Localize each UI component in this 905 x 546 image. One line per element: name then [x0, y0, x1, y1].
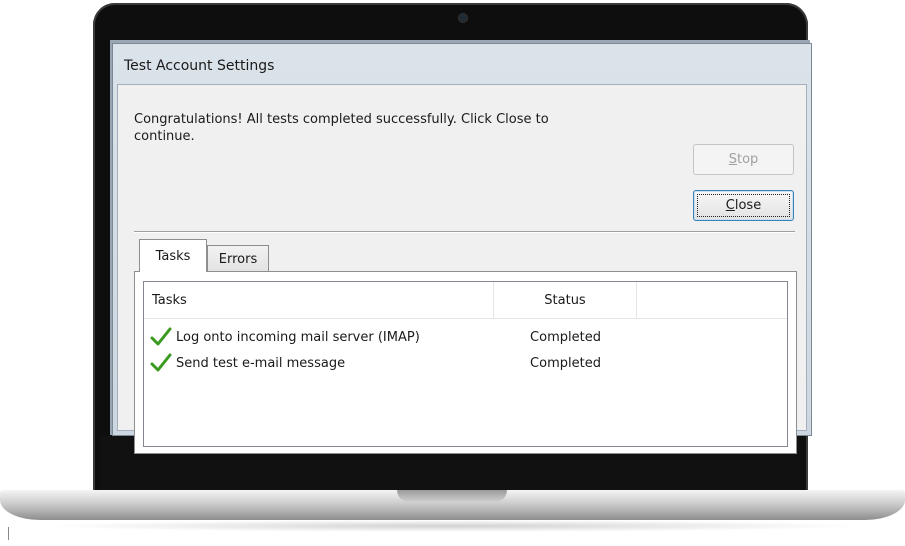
list-header: Tasks Status [144, 282, 787, 319]
task-status: Completed [530, 329, 601, 345]
close-button[interactable]: Close [693, 190, 794, 221]
separator-line [134, 231, 795, 233]
stop-button-accelerator: S [728, 152, 737, 167]
webcam [459, 14, 467, 22]
column-header-empty [637, 282, 787, 319]
task-name: Log onto incoming mail server (IMAP) [176, 329, 420, 345]
status-cell: Completed [494, 324, 637, 350]
focus-rectangle [697, 194, 790, 217]
column-header-tasks-label: Tasks [152, 293, 187, 308]
dialog-title-bar[interactable]: Test Account Settings [113, 44, 811, 84]
task-name: Send test e-mail message [176, 355, 346, 371]
task-cell: Log onto incoming mail server (IMAP) [150, 324, 490, 350]
tab-tasks-label: Tasks [155, 248, 191, 264]
column-header-tasks[interactable]: Tasks [144, 282, 494, 319]
task-list[interactable]: Tasks Status Log onto incoming mail serv… [143, 281, 788, 447]
task-status: Completed [530, 355, 601, 371]
tasks-tab-panel: Tasks Status Log onto incoming mail serv… [134, 271, 797, 454]
column-header-status[interactable]: Status [494, 282, 637, 319]
tab-tasks[interactable]: Tasks [139, 239, 207, 272]
laptop-opening-notch [397, 490, 507, 502]
dialog-title: Test Account Settings [124, 58, 275, 74]
laptop-shadow [40, 520, 865, 532]
status-cell: Completed [494, 350, 637, 376]
test-account-settings-dialog: Test Account Settings Congratulations! A… [112, 43, 812, 454]
edge-mark [8, 527, 9, 540]
task-cell: Send test e-mail message [150, 350, 490, 376]
green-checkmark-icon [150, 353, 172, 372]
stop-button[interactable]: Stop [693, 144, 794, 175]
tab-errors-label: Errors [218, 251, 258, 267]
green-checkmark-icon [150, 327, 172, 346]
tab-errors[interactable]: Errors [207, 245, 269, 272]
stop-button-label: top [736, 152, 759, 167]
table-row[interactable]: Log onto incoming mail server (IMAP) Com… [144, 324, 787, 350]
column-header-status-label: Status [544, 293, 586, 308]
dialog-client-area: Congratulations! All tests completed suc… [117, 84, 807, 454]
status-message: Congratulations! All tests completed suc… [134, 112, 549, 144]
table-row[interactable]: Send test e-mail message Completed [144, 350, 787, 376]
